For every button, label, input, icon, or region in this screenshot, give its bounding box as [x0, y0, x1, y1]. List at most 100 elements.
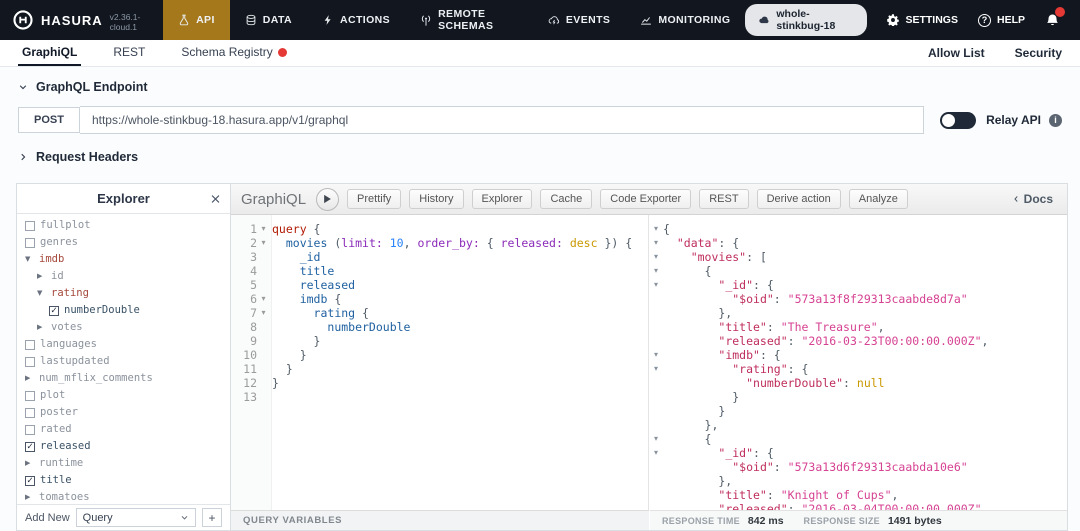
explorer-field-rating[interactable]: ▼rating	[23, 285, 224, 302]
field-checkbox[interactable]	[25, 357, 35, 367]
notifications-bell[interactable]	[1045, 13, 1060, 28]
query-line-2[interactable]: 2▾ movies (limit: 10, order_by: { releas…	[231, 236, 648, 250]
toolbar-analyze-button[interactable]: Analyze	[849, 189, 908, 209]
field-checkbox[interactable]	[25, 221, 35, 231]
project-pill[interactable]: whole-stinkbug-18	[745, 4, 867, 36]
explorer-field-imdb[interactable]: ▼imdb	[23, 251, 224, 268]
expand-arrow-icon[interactable]: ▶	[37, 268, 46, 285]
brand[interactable]: HASURA v2.36.1-cloud.1	[12, 9, 161, 32]
collapse-arrow-icon[interactable]: ▼	[37, 285, 46, 302]
fold-toggle-icon[interactable]: ▾	[257, 306, 270, 320]
field-checkbox[interactable]	[25, 425, 35, 435]
json-text: },	[663, 418, 718, 432]
tab-rest[interactable]: REST	[109, 40, 149, 66]
query-editor[interactable]: 1▾query {2▾ movies (limit: 10, order_by:…	[231, 215, 649, 530]
fold-toggle-icon[interactable]: ▾	[257, 236, 270, 250]
nav-events[interactable]: EVENTS	[533, 0, 625, 40]
explorer-field-id[interactable]: ▶id	[23, 268, 224, 285]
expand-arrow-icon[interactable]: ▶	[25, 489, 34, 504]
toolbar-explorer-button[interactable]: Explorer	[472, 189, 533, 209]
explorer-field-title[interactable]: ✓title	[23, 472, 224, 489]
nav-monitoring[interactable]: MONITORING	[625, 0, 745, 40]
query-line-9[interactable]: 9 }	[231, 334, 648, 348]
explorer-field-plot[interactable]: plot	[23, 387, 224, 404]
tab-schema-registry[interactable]: Schema Registry	[177, 40, 290, 66]
allow-list-link[interactable]: Allow List	[928, 46, 985, 60]
explorer-field-votes[interactable]: ▶votes	[23, 319, 224, 336]
response-line-18: "$oid": "573a13d6f29313caabda10e6"	[649, 460, 1067, 474]
explorer-field-rated[interactable]: rated	[23, 421, 224, 438]
expand-arrow-icon[interactable]: ▶	[25, 370, 34, 387]
fold-toggle-icon[interactable]: ▾	[649, 348, 663, 362]
operation-type-select[interactable]: Query	[76, 508, 196, 527]
fold-toggle-icon[interactable]: ▾	[257, 292, 270, 306]
query-line-1[interactable]: 1▾query {	[231, 222, 648, 236]
graphql-endpoint-input[interactable]	[80, 106, 924, 134]
nav-data[interactable]: DATA	[230, 0, 307, 40]
settings-button[interactable]: SETTINGS	[887, 14, 958, 26]
query-variables-bar[interactable]: QUERY VARIABLES	[231, 510, 649, 530]
explorer-field-fullplot[interactable]: fullplot	[23, 217, 224, 234]
query-line-11[interactable]: 11 }	[231, 362, 648, 376]
fold-toggle-icon[interactable]: ▾	[257, 222, 270, 236]
query-line-13[interactable]: 13	[231, 390, 648, 404]
json-text: "title": "Knight of Cups",	[663, 488, 898, 502]
nav-remote-schemas[interactable]: REMOTE SCHEMAS	[405, 0, 533, 40]
explorer-field-tomatoes[interactable]: ▶tomatoes	[23, 489, 224, 504]
field-checkbox[interactable]	[25, 408, 35, 418]
request-headers-header[interactable]: Request Headers	[18, 150, 1062, 164]
tab-graphiql[interactable]: GraphiQL	[18, 40, 81, 66]
explorer-field-runtime[interactable]: ▶runtime	[23, 455, 224, 472]
collapse-arrow-icon[interactable]: ▼	[25, 251, 34, 268]
toolbar-history-button[interactable]: History	[409, 189, 463, 209]
query-line-10[interactable]: 10 }	[231, 348, 648, 362]
explorer-field-poster[interactable]: poster	[23, 404, 224, 421]
query-line-5[interactable]: 5 released	[231, 278, 648, 292]
toolbar-cache-button[interactable]: Cache	[540, 189, 592, 209]
toolbar-prettify-button[interactable]: Prettify	[347, 189, 401, 209]
info-icon[interactable]: i	[1049, 114, 1062, 127]
fold-toggle-icon[interactable]: ▾	[649, 222, 663, 236]
field-checkbox[interactable]: ✓	[25, 476, 35, 486]
fold-toggle-icon[interactable]: ▾	[649, 264, 663, 278]
close-icon[interactable]	[210, 193, 221, 204]
field-checkbox[interactable]	[25, 238, 35, 248]
nav-actions[interactable]: ACTIONS	[307, 0, 405, 40]
toolbar-rest-button[interactable]: REST	[699, 189, 748, 209]
query-line-4[interactable]: 4 title	[231, 264, 648, 278]
fold-toggle-icon[interactable]: ▾	[649, 362, 663, 376]
security-link[interactable]: Security	[1015, 46, 1062, 60]
fold-toggle-icon[interactable]: ▾	[649, 432, 663, 446]
field-checkbox[interactable]	[25, 340, 35, 350]
docs-toggle[interactable]: Docs	[1012, 192, 1057, 206]
response-size-label: RESPONSE SIZE	[804, 516, 880, 526]
fold-toggle-icon[interactable]: ▾	[649, 278, 663, 292]
expand-arrow-icon[interactable]: ▶	[37, 319, 46, 336]
explorer-field-genres[interactable]: genres	[23, 234, 224, 251]
query-line-3[interactable]: 3 _id	[231, 250, 648, 264]
explorer-field-numberDouble[interactable]: ✓numberDouble	[23, 302, 224, 319]
help-button[interactable]: ? HELP	[978, 14, 1025, 27]
query-line-6[interactable]: 6▾ imdb {	[231, 292, 648, 306]
fold-toggle-icon[interactable]: ▾	[649, 446, 663, 460]
explorer-field-released[interactable]: ✓released	[23, 438, 224, 455]
query-line-12[interactable]: 12}	[231, 376, 648, 390]
expand-arrow-icon[interactable]: ▶	[25, 455, 34, 472]
graphql-endpoint-header[interactable]: GraphQL Endpoint	[18, 80, 1062, 94]
query-line-7[interactable]: 7▾ rating {	[231, 306, 648, 320]
add-operation-button[interactable]: +	[202, 508, 222, 527]
toolbar-code-exporter-button[interactable]: Code Exporter	[600, 189, 691, 209]
nav-api[interactable]: API	[163, 0, 230, 40]
execute-query-button[interactable]	[316, 188, 339, 211]
field-checkbox[interactable]	[25, 391, 35, 401]
relay-api-toggle[interactable]	[940, 112, 976, 129]
explorer-field-languages[interactable]: languages	[23, 336, 224, 353]
explorer-field-num_mflix_comments[interactable]: ▶num_mflix_comments	[23, 370, 224, 387]
fold-toggle-icon[interactable]: ▾	[649, 236, 663, 250]
field-checkbox[interactable]: ✓	[25, 442, 35, 452]
explorer-field-lastupdated[interactable]: lastupdated	[23, 353, 224, 370]
field-checkbox[interactable]: ✓	[49, 306, 59, 316]
toolbar-derive-action-button[interactable]: Derive action	[757, 189, 841, 209]
query-line-8[interactable]: 8 numberDouble	[231, 320, 648, 334]
fold-toggle-icon[interactable]: ▾	[649, 250, 663, 264]
